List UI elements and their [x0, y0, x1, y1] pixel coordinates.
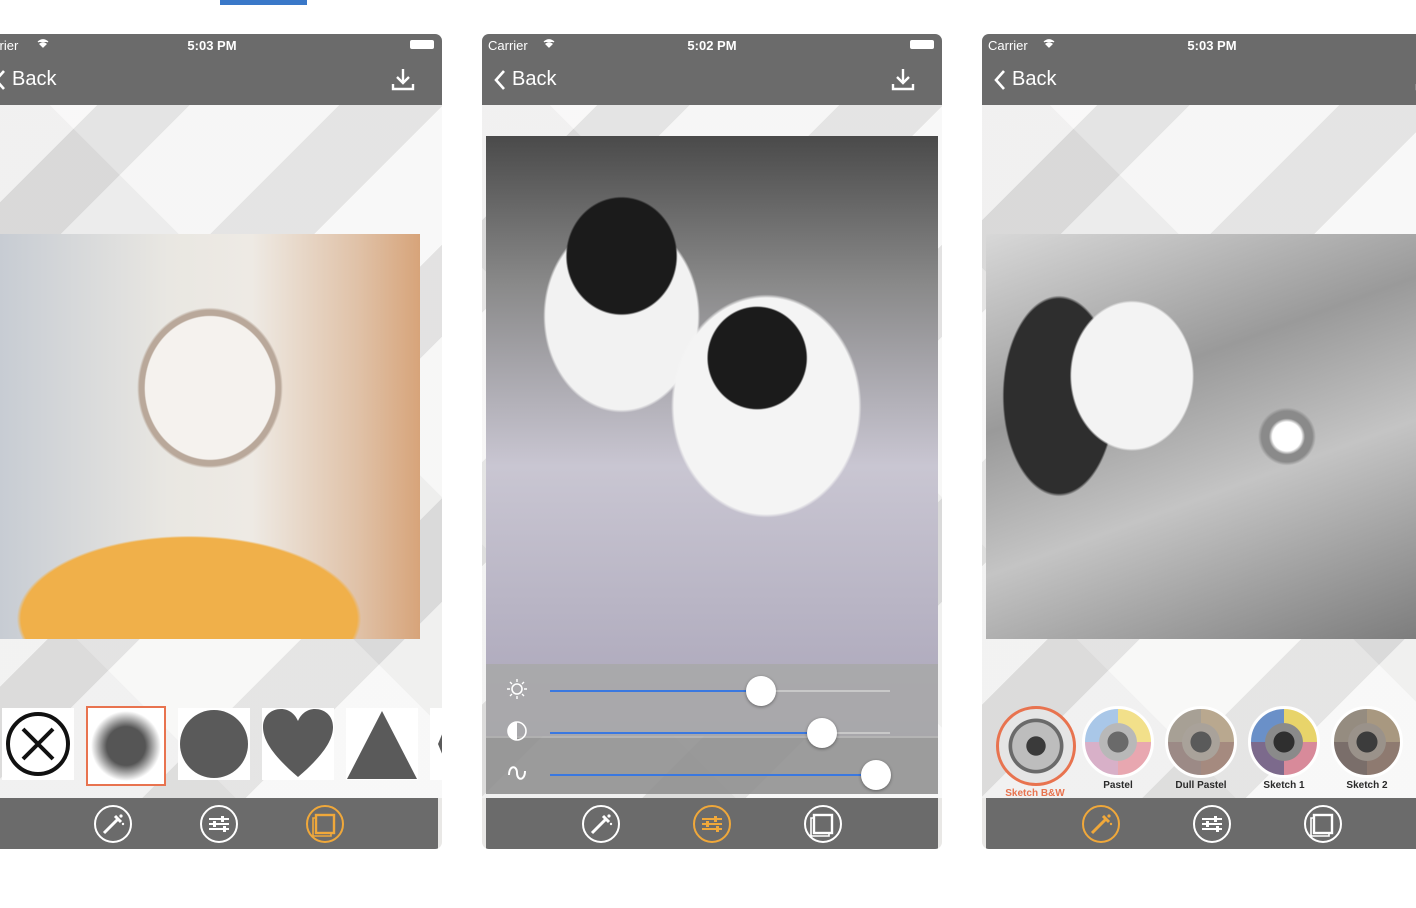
nav-bar: Back — [0, 56, 442, 105]
status-bar: arrier 5:03 PM — [0, 34, 442, 56]
tool-tab-bar — [0, 798, 438, 849]
filter-pastel-thumb — [1082, 706, 1154, 778]
tab-frame[interactable] — [305, 804, 345, 844]
filter-sketch-bw[interactable]: Sketch B&W — [996, 706, 1076, 799]
shape-triangle-button[interactable] — [346, 708, 418, 780]
shape-more-button[interactable] — [430, 708, 442, 780]
back-button[interactable]: Back — [994, 68, 1056, 91]
curve-icon — [508, 766, 526, 780]
sliders-icon — [1192, 804, 1231, 843]
tab-adjust[interactable] — [199, 804, 239, 844]
shape-heart-button[interactable] — [262, 708, 334, 780]
nav-bar: Back — [482, 56, 942, 105]
back-button[interactable]: Back — [0, 68, 56, 91]
battery-icon — [410, 40, 434, 49]
panel-band-top — [486, 664, 938, 738]
frame-icon — [306, 804, 344, 843]
tab-frame[interactable] — [1303, 804, 1343, 844]
back-button[interactable]: Back — [494, 68, 556, 91]
circle-shape-icon — [180, 710, 248, 778]
status-bar: Carrier 5:02 PM — [482, 34, 942, 56]
frame-icon — [803, 804, 842, 843]
battery-icon — [910, 40, 934, 49]
filter-label: Sketch 1 — [1263, 780, 1305, 791]
status-time: 5:03 PM — [187, 38, 237, 53]
shape-circle-button[interactable] — [178, 708, 250, 780]
download-icon[interactable] — [890, 66, 916, 92]
back-label: Back — [512, 68, 557, 90]
filter-label: Pastel — [1103, 780, 1133, 791]
shape-none-button[interactable] — [2, 708, 74, 780]
tab-effects[interactable] — [93, 804, 133, 844]
tab-adjust[interactable] — [692, 804, 732, 844]
tool-tab-bar — [486, 798, 938, 849]
frame-shape-picker — [2, 706, 442, 786]
tab-frame[interactable] — [803, 804, 843, 844]
chevron-left-icon — [494, 69, 505, 90]
filter-label: Sketch 2 — [1346, 780, 1388, 791]
tool-tab-bar — [986, 798, 1416, 849]
heart-shape-icon — [263, 709, 333, 777]
filter-dull-pastel-thumb — [1165, 706, 1237, 778]
status-time: 5:02 PM — [687, 38, 737, 53]
magic-wand-icon — [582, 804, 621, 843]
filter-label: Dull Pastel — [1175, 780, 1227, 791]
phone-screen-effects: Carrier 5:03 PM Back Sketch B&W Pastel D… — [982, 34, 1416, 849]
download-icon[interactable] — [390, 66, 416, 92]
contrast-slider-thumb[interactable] — [807, 718, 837, 748]
brightness-icon — [507, 679, 527, 699]
status-bar: Carrier 5:03 PM — [982, 34, 1416, 56]
blur-circle-icon — [91, 711, 161, 781]
back-label: Back — [12, 68, 57, 90]
curve-slider[interactable] — [550, 760, 892, 790]
contrast-slider[interactable] — [550, 718, 890, 748]
shape-blur-button[interactable] — [86, 706, 166, 786]
filter-sketch-bw-thumb — [996, 706, 1076, 786]
filter-sketch-1-thumb — [1248, 706, 1320, 778]
comic-photo — [486, 136, 938, 736]
filter-sketch-2[interactable]: Sketch 2 — [1328, 706, 1406, 799]
chevron-left-icon — [994, 69, 1005, 90]
back-label: Back — [1012, 68, 1057, 90]
tab-effects[interactable] — [581, 804, 621, 844]
magic-wand-icon — [94, 804, 132, 843]
brightness-slider[interactable] — [550, 676, 890, 706]
filter-sketch-1[interactable]: Sketch 1 — [1245, 706, 1323, 799]
no-shape-icon — [6, 712, 70, 776]
frame-icon — [1303, 804, 1342, 843]
phone-screen-adjust: Carrier 5:02 PM Back — [482, 34, 942, 849]
filter-dull-pastel[interactable]: Dull Pastel — [1162, 706, 1240, 799]
tab-effects[interactable] — [1081, 804, 1121, 844]
nav-bar: Back — [982, 56, 1416, 105]
pencil-sketch-photo — [986, 234, 1416, 639]
filter-pastel[interactable]: Pastel — [1079, 706, 1157, 799]
triangle-shape-icon — [347, 711, 417, 779]
filter-picker: Sketch B&W Pastel Dull Pastel Sketch 1 S… — [996, 706, 1411, 799]
contrast-slider-fill — [550, 732, 822, 734]
sketch-photo — [0, 234, 420, 639]
chevron-left-icon — [0, 69, 5, 90]
status-time: 5:03 PM — [1187, 38, 1237, 53]
filter-sketch-2-thumb — [1331, 706, 1403, 778]
sliders-icon — [200, 804, 238, 843]
brightness-slider-fill — [550, 690, 761, 692]
brightness-slider-thumb[interactable] — [745, 676, 776, 706]
top-tab-indicator — [220, 0, 307, 5]
adjustment-panel — [486, 664, 938, 794]
tab-adjust[interactable] — [1192, 804, 1232, 844]
magic-wand-icon — [1082, 804, 1121, 843]
sliders-icon — [692, 804, 731, 843]
curve-slider-fill — [550, 774, 877, 776]
diamond-shape-icon — [438, 734, 442, 754]
contrast-icon — [507, 721, 527, 741]
phone-screen-frames: arrier 5:03 PM Back — [0, 34, 442, 849]
